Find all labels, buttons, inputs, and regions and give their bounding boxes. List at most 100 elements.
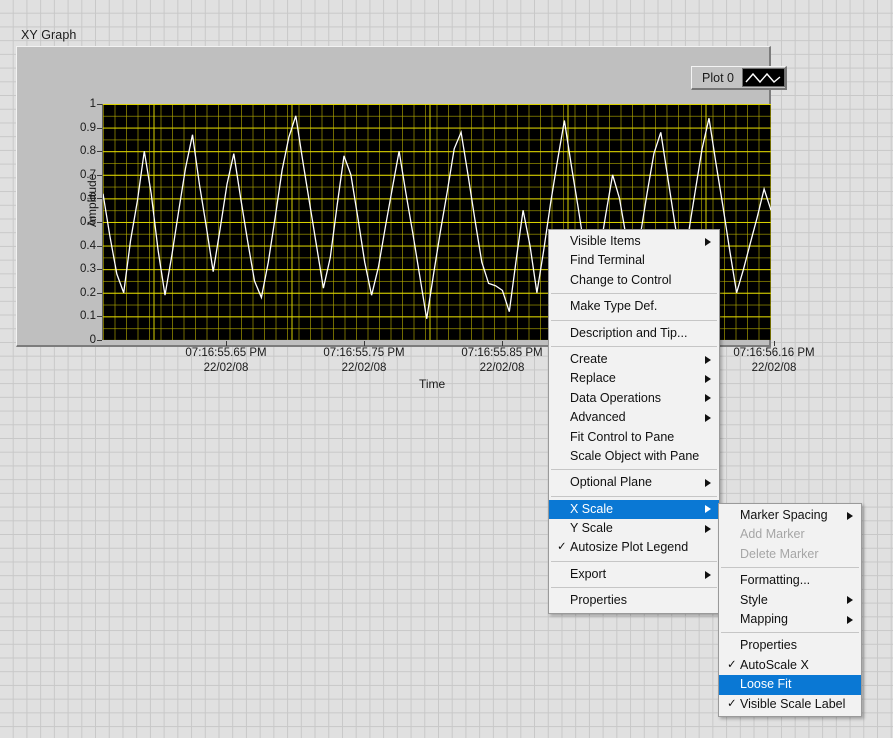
menu-item-fit-control-to-pane[interactable]: Fit Control to Pane bbox=[549, 428, 719, 447]
menu-item-loose-fit[interactable]: Loose Fit bbox=[719, 675, 861, 695]
menu-item-description-and-tip[interactable]: Description and Tip... bbox=[549, 324, 719, 343]
x-axis-tick-label: 07:16:55.85 PM 22/02/08 bbox=[461, 346, 542, 376]
menu-item-make-type-def[interactable]: Make Type Def. bbox=[549, 297, 719, 316]
menu-item-change-to-control[interactable]: Change to Control bbox=[549, 271, 719, 290]
x-axis-tick-label: 07:16:55.75 PM 22/02/08 bbox=[323, 346, 404, 376]
plot-legend-label: Plot 0 bbox=[702, 70, 734, 85]
menu-item-label: Style bbox=[740, 592, 768, 607]
menu-item-autoscale-x[interactable]: ✓ AutoScale X bbox=[719, 656, 861, 675]
menu-separator bbox=[551, 319, 717, 321]
menu-item-export[interactable]: Export bbox=[549, 565, 719, 584]
menu-item-label: Loose Fit bbox=[740, 677, 792, 692]
submenu-arrow-icon bbox=[705, 355, 711, 364]
menu-item-visible-items[interactable]: Visible Items bbox=[549, 232, 719, 251]
context-submenu-x-scale[interactable]: Marker Spacing Add Marker Delete Marker For… bbox=[718, 503, 862, 717]
x-axis-tick-label: 07:16:56.16 PM 22/02/08 bbox=[733, 346, 814, 376]
x-axis-tick-time: 07:16:56.16 PM bbox=[733, 347, 815, 359]
submenu-arrow-icon bbox=[705, 524, 711, 533]
menu-item-label: Scale Object with Pane bbox=[570, 448, 700, 463]
y-axis-tick-label: 0.9 bbox=[80, 121, 96, 134]
menu-item-create[interactable]: Create bbox=[549, 350, 719, 369]
menu-item-marker-spacing[interactable]: Marker Spacing bbox=[719, 506, 861, 525]
submenu-arrow-icon bbox=[705, 478, 711, 487]
x-axis-tick-date: 22/02/08 bbox=[479, 362, 525, 374]
menu-item-scale-object-with-pane[interactable]: Scale Object with Pane bbox=[549, 447, 719, 466]
menu-separator bbox=[551, 495, 717, 497]
menu-item-delete-marker: Delete Marker bbox=[719, 545, 861, 564]
x-axis-tick-date: 22/02/08 bbox=[203, 362, 249, 374]
submenu-arrow-icon bbox=[705, 394, 711, 403]
menu-separator bbox=[721, 632, 859, 634]
menu-separator bbox=[551, 587, 717, 589]
menu-item-autosize-plot-legend[interactable]: ✓ Autosize Plot Legend bbox=[549, 538, 719, 557]
menu-item-find-terminal[interactable]: Find Terminal bbox=[549, 251, 719, 270]
y-axis-tick-label: 0.7 bbox=[80, 168, 96, 181]
submenu-arrow-icon bbox=[705, 505, 711, 514]
submenu-arrow-icon bbox=[847, 511, 853, 520]
submenu-arrow-icon bbox=[705, 413, 711, 422]
menu-item-label: Mapping bbox=[740, 611, 788, 626]
menu-item-label: Data Operations bbox=[570, 390, 662, 405]
menu-item-label: Make Type Def. bbox=[570, 299, 658, 314]
menu-item-label: Properties bbox=[740, 638, 797, 653]
x-axis-tick-date: 22/02/08 bbox=[751, 362, 797, 374]
y-axis-tick-label: 0 bbox=[89, 334, 96, 346]
plot-legend[interactable]: Plot 0 bbox=[691, 66, 787, 90]
submenu-arrow-icon bbox=[705, 570, 711, 579]
waveform-icon[interactable] bbox=[741, 68, 785, 87]
submenu-arrow-icon bbox=[705, 375, 711, 384]
y-axis-tick-label: 1 bbox=[89, 98, 96, 110]
x-axis-title: Time bbox=[419, 377, 446, 391]
x-axis-tick-time: 07:16:55.75 PM bbox=[323, 347, 405, 359]
menu-item-properties[interactable]: Properties bbox=[719, 636, 861, 655]
menu-item-advanced[interactable]: Advanced bbox=[549, 408, 719, 427]
menu-separator bbox=[551, 293, 717, 295]
y-axis-tick-label: 0.2 bbox=[80, 286, 96, 299]
menu-item-label: Description and Tip... bbox=[570, 325, 688, 340]
menu-item-label: Add Marker bbox=[740, 527, 805, 542]
menu-item-x-scale[interactable]: X Scale bbox=[549, 499, 719, 520]
menu-item-style[interactable]: Style bbox=[719, 591, 861, 610]
waveform-glyph bbox=[745, 72, 781, 83]
menu-item-label: Advanced bbox=[570, 410, 626, 425]
menu-item-properties[interactable]: Properties bbox=[549, 591, 719, 610]
menu-item-visible-scale-label[interactable]: ✓ Visible Scale Label bbox=[719, 695, 861, 714]
x-axis-tick-time: 07:16:55.65 PM bbox=[185, 347, 267, 359]
y-axis-tick-label: 0.3 bbox=[80, 263, 96, 276]
menu-item-label: Delete Marker bbox=[740, 546, 819, 561]
menu-item-label: Change to Control bbox=[570, 272, 672, 287]
context-menu-graph[interactable]: Visible Items Find Terminal Change to Cont… bbox=[548, 229, 720, 614]
menu-item-formatting[interactable]: Formatting... bbox=[719, 571, 861, 590]
y-axis-tick-label: 0.6 bbox=[80, 192, 96, 205]
menu-item-label: AutoScale X bbox=[740, 657, 809, 672]
menu-item-label: Fit Control to Pane bbox=[570, 429, 675, 444]
y-axis[interactable]: Amplitude 1 0.9 0.8 0.7 0.6 0.5 0.4 0.3 0.2 0.1 0 bbox=[41, 97, 102, 347]
y-axis-tick-label: 0.1 bbox=[80, 310, 96, 323]
menu-separator bbox=[551, 345, 717, 347]
y-axis-tick-label: 0.5 bbox=[80, 216, 96, 228]
menu-item-replace[interactable]: Replace bbox=[549, 369, 719, 388]
menu-item-label: Visible Scale Label bbox=[740, 696, 846, 711]
menu-item-mapping[interactable]: Mapping bbox=[719, 610, 861, 629]
menu-item-optional-plane[interactable]: Optional Plane bbox=[549, 473, 719, 492]
x-axis-tick-label: 07:16:55.65 PM 22/02/08 bbox=[185, 346, 266, 376]
menu-item-label: Y Scale bbox=[570, 521, 613, 536]
menu-item-data-operations[interactable]: Data Operations bbox=[549, 389, 719, 408]
checkmark-icon: ✓ bbox=[727, 697, 737, 710]
menu-item-label: Create bbox=[570, 351, 608, 366]
checkmark-icon: ✓ bbox=[557, 541, 567, 554]
menu-item-label: Marker Spacing bbox=[740, 508, 828, 522]
menu-item-label: Find Terminal bbox=[570, 253, 645, 268]
menu-item-label: Optional Plane bbox=[570, 475, 653, 490]
menu-separator bbox=[551, 560, 717, 562]
menu-item-label: Export bbox=[570, 566, 607, 581]
menu-item-y-scale[interactable]: Y Scale bbox=[549, 519, 719, 538]
submenu-arrow-icon bbox=[847, 596, 853, 605]
menu-item-label: Visible Items bbox=[570, 234, 641, 248]
menu-item-label: Formatting... bbox=[740, 573, 811, 588]
x-axis-tick-date: 22/02/08 bbox=[341, 362, 387, 374]
menu-item-label: Replace bbox=[570, 371, 616, 386]
menu-item-label: X Scale bbox=[570, 501, 614, 516]
y-axis-tick-label: 0.8 bbox=[80, 145, 96, 158]
menu-item-label: Properties bbox=[570, 593, 627, 608]
